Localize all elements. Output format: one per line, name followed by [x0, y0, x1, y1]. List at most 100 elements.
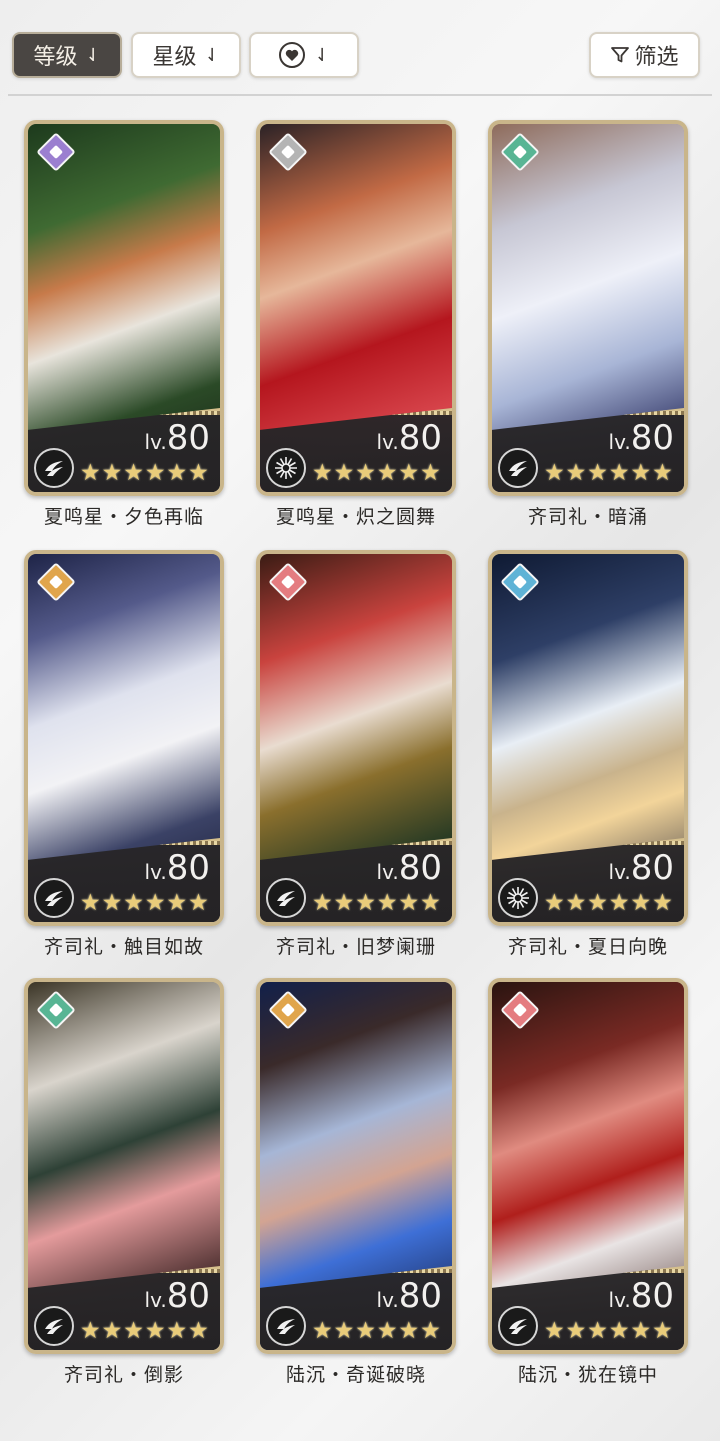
card-frame: lv.80 ★ ★ ★ ★ ★ ★ — [488, 550, 688, 926]
sort-arrow-icon: ⇃ — [204, 44, 220, 66]
star-icon: ★ — [144, 460, 166, 486]
level-prefix: lv. — [608, 430, 631, 454]
card-level: lv.80 — [377, 848, 442, 888]
star-icon: ★ — [652, 1318, 673, 1344]
card-level: lv.80 — [377, 1276, 442, 1316]
star-icon: ★ — [587, 460, 608, 486]
star-icon: ★ — [123, 1318, 144, 1344]
memory-card[interactable]: lv.80 ★ ★ ★ ★ ★ ★ 齐司礼・触目如故 — [24, 550, 224, 970]
level-value: 80 — [398, 848, 442, 888]
sort-arrow-icon: ⇃ — [85, 44, 101, 66]
star-icon: ★ — [608, 1318, 630, 1344]
card-frame: lv.80 ★ ★ ★ ★ ★ ★ — [256, 550, 456, 926]
star-icon: ★ — [80, 1318, 101, 1344]
gem-symbol — [48, 574, 64, 590]
card-frame: lv.80 ★ ★ ★ ★ ★ ★ — [24, 120, 224, 496]
card-frame: lv.80 ★ ★ ★ ★ ★ ★ — [488, 120, 688, 496]
star-icon: ★ — [398, 460, 420, 486]
star-rating: ★ ★ ★ ★ ★ ★ — [80, 1318, 209, 1344]
star-icon: ★ — [420, 1318, 441, 1344]
star-rating: ★ ★ ★ ★ ★ ★ — [312, 890, 441, 916]
card-level: lv.80 — [145, 1276, 210, 1316]
sort-arrow-icon: ⇃ — [314, 44, 330, 66]
card-name: 夏鸣星・夕色再临 — [43, 506, 204, 528]
burst-icon — [498, 878, 538, 918]
card-name: 齐司礼・暗涌 — [527, 506, 648, 528]
sort-by-level-button[interactable]: 等级 ⇃ — [12, 32, 122, 78]
card-name: 陆沉・犹在镜中 — [517, 1364, 658, 1386]
star-rating: ★ ★ ★ ★ ★ ★ — [544, 890, 673, 916]
memory-card[interactable]: lv.80 ★ ★ ★ ★ ★ ★ 夏鸣星・炽之圆舞 — [256, 120, 456, 540]
filter-button[interactable]: 筛选 — [589, 32, 700, 78]
card-level: lv.80 — [609, 848, 674, 888]
level-prefix: lv. — [608, 1288, 631, 1312]
star-icon: ★ — [630, 460, 652, 486]
star-icon: ★ — [80, 890, 101, 916]
star-icon: ★ — [587, 1318, 608, 1344]
level-value: 80 — [630, 1276, 674, 1316]
star-icon: ★ — [312, 890, 333, 916]
card-level: lv.80 — [609, 1276, 674, 1316]
memory-card[interactable]: lv.80 ★ ★ ★ ★ ★ ★ 陆沉・奇诞破晓 — [256, 978, 456, 1398]
star-icon: ★ — [355, 460, 376, 486]
level-prefix: lv. — [144, 430, 167, 454]
card-frame: lv.80 ★ ★ ★ ★ ★ ★ — [256, 120, 456, 496]
claw-icon — [266, 1306, 306, 1346]
funnel-icon — [611, 47, 630, 63]
level-value: 80 — [398, 418, 442, 458]
gem-symbol — [280, 144, 296, 160]
star-rating: ★ ★ ★ ★ ★ ★ — [312, 460, 441, 486]
claw-icon — [266, 878, 306, 918]
star-icon: ★ — [80, 460, 101, 486]
star-icon: ★ — [565, 890, 587, 916]
claw-icon — [34, 1306, 74, 1346]
card-name: 齐司礼・旧梦阑珊 — [275, 936, 436, 958]
card-frame: lv.80 ★ ★ ★ ★ ★ ★ — [488, 978, 688, 1354]
gem-symbol — [48, 1002, 64, 1018]
star-rating: ★ ★ ★ ★ ★ ★ — [80, 460, 209, 486]
star-icon: ★ — [608, 890, 630, 916]
star-icon: ★ — [312, 1318, 333, 1344]
star-icon: ★ — [376, 890, 398, 916]
star-icon: ★ — [652, 460, 673, 486]
gem-symbol — [280, 1002, 296, 1018]
card-name: 齐司礼・夏日向晚 — [507, 936, 668, 958]
star-icon: ★ — [652, 890, 673, 916]
filter-label: 筛选 — [634, 45, 679, 70]
card-frame: lv.80 ★ ★ ★ ★ ★ ★ — [24, 550, 224, 926]
star-icon: ★ — [565, 460, 587, 486]
level-value: 80 — [630, 418, 674, 458]
memory-card[interactable]: lv.80 ★ ★ ★ ★ ★ ★ 齐司礼・倒影 — [24, 978, 224, 1398]
memory-card[interactable]: lv.80 ★ ★ ★ ★ ★ ★ 齐司礼・暗涌 — [488, 120, 688, 540]
star-icon: ★ — [355, 1318, 376, 1344]
memory-card[interactable]: lv.80 ★ ★ ★ ★ ★ ★ 齐司礼・夏日向晚 — [488, 550, 688, 970]
star-icon: ★ — [544, 1318, 565, 1344]
star-icon: ★ — [101, 1318, 123, 1344]
star-icon: ★ — [188, 460, 209, 486]
claw-icon — [498, 448, 538, 488]
level-prefix: lv. — [376, 1288, 399, 1312]
sort-by-affection-button[interactable]: ⇃ — [249, 32, 359, 78]
gem-symbol — [512, 1002, 528, 1018]
star-icon: ★ — [420, 890, 441, 916]
star-icon: ★ — [355, 890, 376, 916]
card-frame: lv.80 ★ ★ ★ ★ ★ ★ — [24, 978, 224, 1354]
star-icon: ★ — [544, 890, 565, 916]
star-icon: ★ — [333, 1318, 355, 1344]
claw-icon — [34, 878, 74, 918]
memory-card[interactable]: lv.80 ★ ★ ★ ★ ★ ★ 夏鸣星・夕色再临 — [24, 120, 224, 540]
toolbar-divider — [8, 94, 712, 96]
star-icon: ★ — [398, 890, 420, 916]
card-frame: lv.80 ★ ★ ★ ★ ★ ★ — [256, 978, 456, 1354]
gem-symbol — [512, 574, 528, 590]
claw-icon — [498, 1306, 538, 1346]
level-prefix: lv. — [376, 430, 399, 454]
card-name: 齐司礼・触目如故 — [43, 936, 204, 958]
star-icon: ★ — [333, 890, 355, 916]
sort-by-star-button[interactable]: 星级 ⇃ — [131, 32, 241, 78]
memory-card[interactable]: lv.80 ★ ★ ★ ★ ★ ★ 齐司礼・旧梦阑珊 — [256, 550, 456, 970]
star-icon: ★ — [188, 1318, 209, 1344]
star-icon: ★ — [376, 460, 398, 486]
star-icon: ★ — [333, 460, 355, 486]
memory-card[interactable]: lv.80 ★ ★ ★ ★ ★ ★ 陆沉・犹在镜中 — [488, 978, 688, 1398]
